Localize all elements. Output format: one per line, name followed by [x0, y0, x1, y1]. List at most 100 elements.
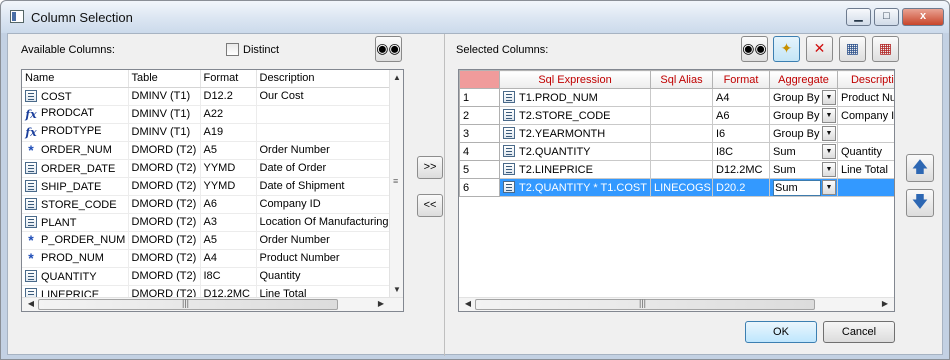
cell-sql-alias[interactable]: LINECOGS [650, 178, 713, 197]
cell-format[interactable]: YYMD [200, 177, 257, 196]
cell-table[interactable]: DMORD (T2) [128, 231, 201, 250]
row-number[interactable]: 4 [459, 142, 500, 161]
cell-sql-alias[interactable] [650, 106, 713, 125]
cell-format[interactable]: D20.2 [712, 178, 770, 197]
scroll-up-arrow-icon[interactable]: ▲ [390, 73, 403, 82]
selected-row[interactable]: 6 T2.QUANTITY * T1.COST LINECOGS D20.2 Sum ▼ [459, 178, 894, 197]
aggregate-value[interactable]: Sum [773, 179, 821, 196]
available-row[interactable]: * PROD_NUM DMORD (T2) A4 Product Number [22, 249, 391, 268]
cell-description[interactable]: Product Nu [837, 88, 894, 107]
cell-name[interactable]: * ORDER_NUM [22, 141, 129, 160]
cell-table[interactable]: DMINV (T1) [128, 105, 201, 124]
header-description[interactable]: Description [837, 70, 894, 89]
cell-format[interactable]: A3 [200, 213, 257, 232]
available-row[interactable]: * P_ORDER_NUM DMORD (T2) A5 Order Number [22, 231, 391, 250]
cell-aggregate[interactable]: Group By ▼ [769, 106, 838, 125]
cell-sql-alias[interactable] [650, 160, 713, 179]
cell-sql-expression[interactable]: T1.PROD_NUM [499, 88, 651, 107]
dropdown-arrow-icon[interactable]: ▼ [822, 90, 836, 105]
available-row[interactable]: SHIP_DATE DMORD (T2) YYMD Date of Shipment [22, 177, 391, 196]
cell-format[interactable]: D12.2 [200, 87, 257, 106]
available-row[interactable]: PLANT DMORD (T2) A3 Location Of Manufacturi… [22, 213, 391, 232]
cell-description[interactable] [837, 178, 894, 197]
cell-sql-alias[interactable] [650, 88, 713, 107]
cell-table[interactable]: DMORD (T2) [128, 141, 201, 160]
available-horizontal-scrollbar[interactable]: ◀ ||| ▶ [22, 297, 403, 311]
cell-aggregate[interactable]: Sum ▼ [769, 160, 838, 179]
ok-button[interactable]: OK [745, 321, 817, 343]
cell-table[interactable]: DMORD (T2) [128, 213, 201, 232]
cell-description[interactable]: Quantity [837, 142, 894, 161]
header-aggregate[interactable]: Aggregate [769, 70, 838, 89]
cell-description[interactable]: Quantity [256, 267, 391, 286]
dropdown-arrow-icon[interactable]: ▼ [822, 144, 836, 159]
cell-description[interactable]: Location Of Manufacturing [256, 213, 391, 232]
calculator-button[interactable]: ▦ [839, 36, 866, 62]
header-format[interactable]: Format [200, 70, 257, 88]
cell-format[interactable]: YYMD [200, 159, 257, 178]
row-number[interactable]: 3 [459, 124, 500, 143]
cell-name[interactable]: QUANTITY [22, 267, 129, 286]
cell-description[interactable]: Date of Order [256, 159, 391, 178]
cell-aggregate[interactable]: Sum ▼ [769, 142, 838, 161]
cell-table[interactable]: DMORD (T2) [128, 177, 201, 196]
available-row[interactable]: COST DMINV (T1) D12.2 Our Cost [22, 87, 391, 106]
row-number[interactable]: 6 [459, 178, 500, 197]
row-number[interactable]: 1 [459, 88, 500, 107]
cell-description[interactable]: Date of Shipment [256, 177, 391, 196]
cell-description[interactable] [256, 105, 391, 124]
available-row[interactable]: ORDER_DATE DMORD (T2) YYMD Date of Order [22, 159, 391, 178]
cell-sql-expression[interactable]: T2.STORE_CODE [499, 106, 651, 125]
dropdown-arrow-icon[interactable]: ▼ [822, 126, 836, 141]
scroll-right-arrow-icon[interactable]: ▶ [878, 299, 892, 308]
cell-name[interactable]: fx PRODCAT [22, 105, 129, 124]
find-binoculars-button[interactable]: ◉◉ [375, 36, 402, 62]
cancel-button[interactable]: Cancel [823, 321, 895, 343]
minimize-button[interactable]: ▁ [846, 8, 871, 26]
cell-table[interactable]: DMORD (T2) [128, 195, 201, 214]
selected-row[interactable]: 3 T2.YEARMONTH I6 Group By ▼ [459, 124, 894, 143]
cell-description[interactable]: Line Total [837, 160, 894, 179]
cell-table[interactable]: DMORD (T2) [128, 159, 201, 178]
header-sql-expression[interactable]: Sql Expression [499, 70, 651, 89]
cell-format[interactable]: I6 [712, 124, 770, 143]
available-row[interactable]: STORE_CODE DMORD (T2) A6 Company ID [22, 195, 391, 214]
cell-table[interactable]: DMINV (T1) [128, 87, 201, 106]
cell-format[interactable]: A19 [200, 123, 257, 142]
available-row[interactable]: QUANTITY DMORD (T2) I8C Quantity [22, 267, 391, 286]
selected-row[interactable]: 2 T2.STORE_CODE A6Group By▼Company ID [459, 106, 894, 125]
scroll-down-arrow-icon[interactable]: ▼ [390, 285, 403, 294]
cell-format[interactable]: A5 [200, 231, 257, 250]
distinct-checkbox[interactable] [226, 43, 239, 56]
cell-format[interactable]: A4 [712, 88, 770, 107]
cell-format[interactable]: A6 [200, 195, 257, 214]
selected-horizontal-scrollbar[interactable]: ◀ ||| ▶ [459, 297, 894, 311]
header-table[interactable]: Table [128, 70, 201, 88]
cell-aggregate[interactable]: Sum ▼ [769, 178, 838, 197]
cell-format[interactable]: A22 [200, 105, 257, 124]
row-number[interactable]: 5 [459, 160, 500, 179]
cell-format[interactable]: A5 [200, 141, 257, 160]
move-up-button[interactable]: 🡅 [906, 154, 934, 182]
scroll-left-arrow-icon[interactable]: ◀ [461, 299, 475, 308]
cell-sql-alias[interactable] [650, 124, 713, 143]
cell-description[interactable]: Company ID [256, 195, 391, 214]
available-row[interactable]: * ORDER_NUM DMORD (T2) A5 Order Number [22, 141, 391, 160]
header-name[interactable]: Name [22, 70, 129, 88]
cell-format[interactable]: I8C [712, 142, 770, 161]
cell-sql-expression[interactable]: T2.QUANTITY [499, 142, 651, 161]
cell-description[interactable]: Order Number [256, 231, 391, 250]
cell-format[interactable]: A6 [712, 106, 770, 125]
row-number[interactable]: 2 [459, 106, 500, 125]
clear-grid-button[interactable]: ▦ [872, 36, 899, 62]
cell-name[interactable]: ORDER_DATE [22, 159, 129, 178]
find-binoculars-button-right[interactable]: ◉◉ [741, 36, 768, 62]
scroll-left-arrow-icon[interactable]: ◀ [24, 299, 38, 308]
cell-name[interactable]: * P_ORDER_NUM [22, 231, 129, 250]
move-down-button[interactable]: 🡇 [906, 189, 934, 217]
cell-name[interactable]: STORE_CODE [22, 195, 129, 214]
cell-name[interactable]: PLANT [22, 213, 129, 232]
cell-name[interactable]: COST [22, 87, 129, 106]
cell-description[interactable] [256, 123, 391, 142]
cell-name[interactable]: fx PRODTYPE [22, 123, 129, 142]
